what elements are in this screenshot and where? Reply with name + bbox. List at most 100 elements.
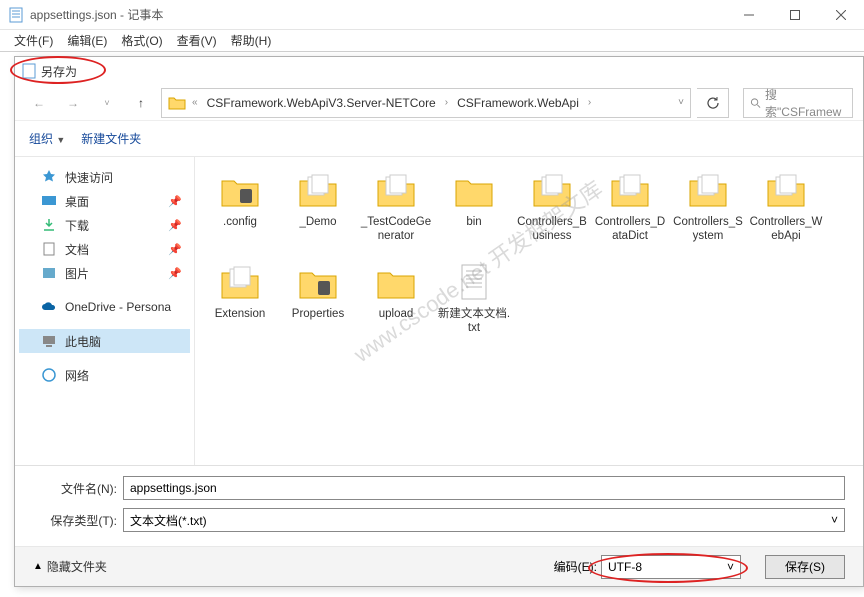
file-item[interactable]: 新建文本文档.txt: [435, 259, 513, 351]
bottom-form: 文件名(N): 保存类型(T): 文本文档(*.txt)˅: [15, 465, 863, 546]
breadcrumb-1[interactable]: CSFramework.WebApiV3.Server-NETCore: [204, 96, 439, 110]
file-item[interactable]: Controllers_Business: [513, 167, 591, 259]
folder-icon: [372, 263, 420, 303]
nav-row: ← → ˅ ↑ « CSFramework.WebApiV3.Server-NE…: [15, 85, 863, 121]
file-label: Controllers_Business: [513, 215, 591, 244]
file-label: 新建文本文档.txt: [435, 307, 513, 336]
back-button[interactable]: ←: [25, 89, 53, 117]
sidebar-network[interactable]: 网络: [19, 363, 190, 387]
chevron-down-icon: ˅: [831, 513, 838, 527]
desktop-icon: [41, 193, 57, 209]
recent-dropdown[interactable]: ˅: [93, 89, 121, 117]
folder-icon: [450, 263, 498, 303]
sidebar-documents[interactable]: 文档📌: [19, 237, 190, 261]
download-icon: [41, 217, 57, 233]
pin-icon: 📌: [168, 267, 182, 280]
network-icon: [41, 367, 57, 383]
file-item[interactable]: _TestCodeGenerator: [357, 167, 435, 259]
encoding-label: 编码(E):: [554, 558, 597, 575]
sidebar-onedrive[interactable]: OneDrive - Persona: [19, 295, 190, 319]
file-label: Controllers_WebApi: [747, 215, 825, 244]
minimize-button[interactable]: [726, 0, 772, 30]
folder-icon: [294, 171, 342, 211]
save-as-dialog: 另存为 ← → ˅ ↑ « CSFramework.WebApiV3.Serve…: [14, 56, 864, 587]
folder-icon: [372, 171, 420, 211]
breadcrumb-prefix: «: [192, 97, 198, 108]
new-folder-button[interactable]: 新建文件夹: [81, 130, 141, 147]
folder-icon: [528, 171, 576, 211]
window-title: appsettings.json - 记事本: [30, 6, 726, 23]
save-button[interactable]: 保存(S): [765, 555, 845, 579]
file-item[interactable]: .config: [201, 167, 279, 259]
notepad-icon: [8, 7, 24, 23]
file-label: upload: [377, 307, 416, 321]
pin-icon: 📌: [168, 195, 182, 208]
file-label: _Demo: [297, 215, 338, 229]
document-icon: [41, 241, 57, 257]
menu-help[interactable]: 帮助(H): [225, 30, 278, 51]
file-label: Controllers_System: [669, 215, 747, 244]
file-label: Extension: [213, 307, 268, 321]
filename-input[interactable]: [123, 476, 845, 500]
file-label: bin: [464, 215, 483, 229]
filename-label: 文件名(N):: [33, 480, 123, 497]
pin-icon: 📌: [168, 243, 182, 256]
dialog-icon: [21, 63, 37, 79]
titlebar: appsettings.json - 记事本: [0, 0, 864, 30]
sidebar-pictures[interactable]: 图片📌: [19, 261, 190, 285]
filetype-label: 保存类型(T):: [33, 512, 123, 529]
sidebar-quick-access[interactable]: 快速访问: [19, 165, 190, 189]
chevron-down-icon: ˅: [727, 560, 734, 574]
pin-icon: 📌: [168, 219, 182, 232]
search-icon: [750, 97, 761, 109]
menu-format[interactable]: 格式(O): [115, 30, 168, 51]
menu-file[interactable]: 文件(F): [8, 30, 59, 51]
refresh-button[interactable]: [697, 88, 729, 118]
file-label: _TestCodeGenerator: [357, 215, 435, 244]
folder-icon: [294, 263, 342, 303]
cloud-icon: [41, 299, 57, 315]
folder-icon: [606, 171, 654, 211]
sidebar-desktop[interactable]: 桌面📌: [19, 189, 190, 213]
menu-view[interactable]: 查看(V): [171, 30, 223, 51]
search-input[interactable]: 搜索"CSFramew: [743, 88, 853, 118]
toolbar: 组织 ▼ 新建文件夹: [15, 121, 863, 157]
sidebar-downloads[interactable]: 下载📌: [19, 213, 190, 237]
maximize-button[interactable]: [772, 0, 818, 30]
filetype-combo[interactable]: 文本文档(*.txt)˅: [123, 508, 845, 532]
file-pane[interactable]: .config _Demo _TestCodeGenerator bin Control…: [195, 157, 863, 465]
pictures-icon: [41, 265, 57, 281]
file-item[interactable]: Controllers_WebApi: [747, 167, 825, 259]
breadcrumb-2[interactable]: CSFramework.WebApi: [454, 96, 582, 110]
folder-icon: [168, 94, 186, 112]
file-item[interactable]: bin: [435, 167, 513, 259]
menu-edit[interactable]: 编辑(E): [61, 30, 113, 51]
sidebar-this-pc[interactable]: 此电脑: [19, 329, 190, 353]
folder-icon: [762, 171, 810, 211]
hide-folders-button[interactable]: 隐藏文件夹: [47, 558, 107, 575]
file-item[interactable]: Extension: [201, 259, 279, 351]
folder-icon: [216, 263, 264, 303]
file-item[interactable]: Properties: [279, 259, 357, 351]
dialog-titlebar: 另存为: [15, 57, 863, 85]
address-dropdown-icon[interactable]: ˅: [678, 97, 684, 108]
organize-button[interactable]: 组织 ▼: [29, 130, 65, 147]
close-button[interactable]: [818, 0, 864, 30]
up-button[interactable]: ↑: [127, 89, 155, 117]
file-item[interactable]: _Demo: [279, 167, 357, 259]
dialog-title: 另存为: [41, 63, 77, 80]
menubar: 文件(F) 编辑(E) 格式(O) 查看(V) 帮助(H): [0, 30, 864, 52]
address-bar[interactable]: « CSFramework.WebApiV3.Server-NETCore › …: [161, 88, 691, 118]
star-icon: [41, 169, 57, 185]
chevron-icon: ›: [445, 97, 448, 108]
folder-icon: [450, 171, 498, 211]
file-item[interactable]: upload: [357, 259, 435, 351]
file-item[interactable]: Controllers_DataDict: [591, 167, 669, 259]
collapse-icon[interactable]: ▲: [33, 561, 43, 572]
file-item[interactable]: Controllers_System: [669, 167, 747, 259]
folder-icon: [216, 171, 264, 211]
footer: ▲ 隐藏文件夹 编码(E): UTF-8˅ 保存(S): [15, 546, 863, 586]
pc-icon: [41, 333, 57, 349]
encoding-combo[interactable]: UTF-8˅: [601, 555, 741, 579]
file-label: Controllers_DataDict: [591, 215, 669, 244]
